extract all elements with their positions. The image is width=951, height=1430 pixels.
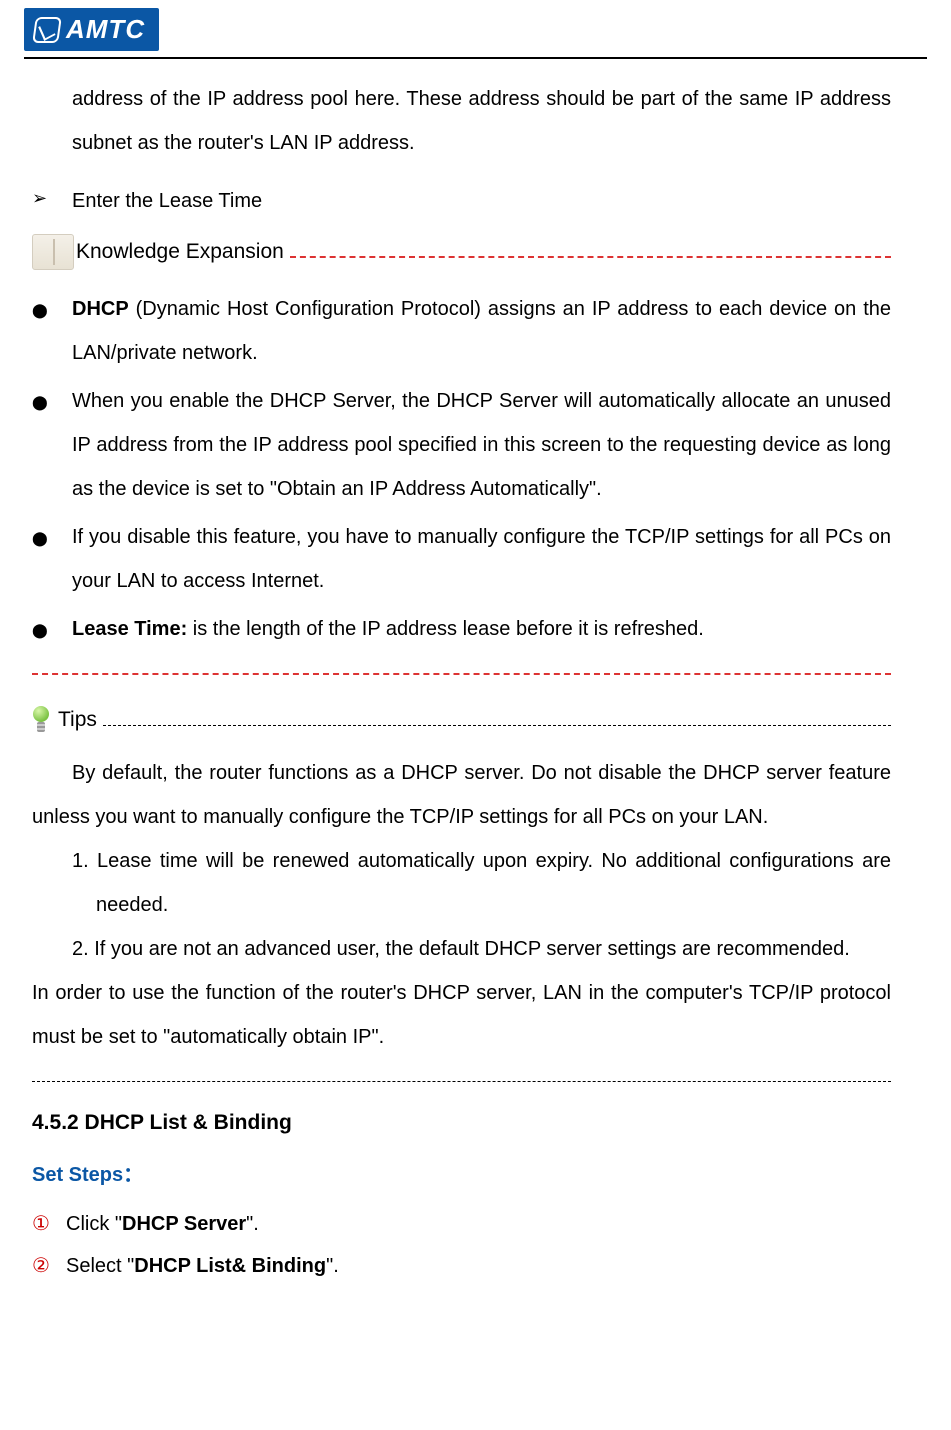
book-icon (32, 234, 74, 270)
brand-logo-text: AMTC (66, 14, 145, 45)
step-text: Select "DHCP List& Binding". (66, 1245, 339, 1287)
bullet-icon: ⬤ (32, 515, 72, 603)
step-text: Click "DHCP Server". (66, 1203, 259, 1245)
arrow-item-text: Enter the Lease Time (72, 179, 262, 223)
bullet-icon: ⬤ (32, 379, 72, 511)
knowledge-title: Knowledge Expansion (76, 229, 284, 275)
set-steps-label: Set Steps： (32, 1153, 891, 1197)
tips-list: 1. Lease time will be renewed automatica… (72, 839, 891, 971)
knowledge-list: ⬤ DHCP (Dynamic Host Configuration Proto… (32, 287, 891, 651)
knowledge-item: DHCP (Dynamic Host Configuration Protoco… (72, 287, 891, 375)
tips-paragraph-1: By default, the router functions as a DH… (32, 751, 891, 839)
tips-list-item: 2. If you are not an advanced user, the … (72, 927, 891, 971)
bullet-icon: ⬤ (32, 607, 72, 651)
step-number-icon: ① (32, 1203, 66, 1245)
tips-list-item: 1. Lease time will be renewed automatica… (72, 839, 891, 927)
bulb-icon (32, 706, 50, 734)
black-dashed-line (32, 1081, 891, 1082)
set-steps-list: ① Click "DHCP Server". ② Select "DHCP Li… (32, 1203, 891, 1287)
black-dashed-line (103, 714, 891, 726)
red-dashed-line (290, 246, 891, 258)
bullet-icon: ⬤ (32, 287, 72, 375)
tips-paragraph-2: In order to use the function of the rout… (32, 971, 891, 1059)
tips-title: Tips (58, 697, 97, 743)
knowledge-item: Lease Time: is the length of the IP addr… (72, 607, 891, 651)
intro-paragraph: address of the IP address pool here. The… (72, 77, 891, 165)
step-number-icon: ② (32, 1245, 66, 1287)
knowledge-item: If you disable this feature, you have to… (72, 515, 891, 603)
brand-logo: AMTC (24, 8, 159, 51)
knowledge-item: When you enable the DHCP Server, the DHC… (72, 379, 891, 511)
section-heading-452: 4.5.2 DHCP List & Binding (32, 1100, 891, 1146)
arrow-icon: ➢ (32, 179, 72, 223)
red-dashed-line (32, 673, 891, 675)
brand-logo-icon (32, 17, 62, 43)
